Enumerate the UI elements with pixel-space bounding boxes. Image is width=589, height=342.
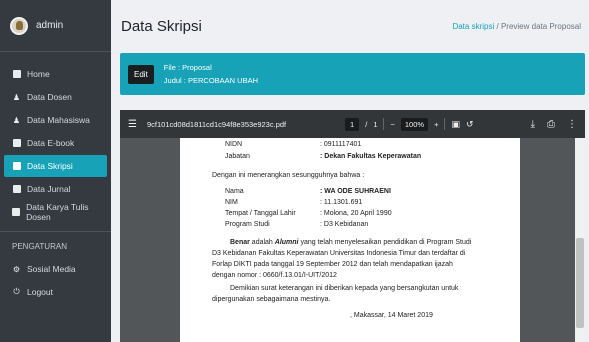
paragraph-line: Forlap DIKTI pada tanggal 19 September 2… [212,261,453,268]
prodi-label: Program Studi [225,221,270,228]
intro-text: Dengan ini menerangkan sesungguhnya bahw… [212,172,365,179]
nim-label: NIM [225,199,238,206]
users-icon: ♟ [12,115,21,125]
paragraph-line: Benar adalah Alumni yang telah menyelesa… [230,239,472,246]
jabatan-value: : Dekan Fakultas Keperawatan [320,153,422,160]
zoom-level[interactable]: 100% [400,117,429,131]
sidebar-item-label: Data Skripsi [27,161,73,171]
breadcrumb-separator: / [496,21,499,31]
sidebar-item-sosial-media[interactable]: ⚙ Sosial Media [4,258,107,280]
avatar [10,16,28,35]
scrollbar-thumb[interactable] [576,238,584,328]
sidebar-item-data-karya-tulis-dosen[interactable]: Data Karya Tulis Dosen [4,201,107,223]
info-banner: Edit File : Proposal Judul : PERCOBAAN U… [120,53,585,95]
sidebar-item-home[interactable]: Home [4,63,107,85]
sidebar-item-label: Home [27,69,50,79]
breadcrumb-link[interactable]: Data skripsi [452,22,494,31]
gear-icon: ⚙ [12,264,21,274]
sidebar-brand[interactable]: admin [0,0,111,52]
sidebar-item-label: Data Dosen [27,92,72,102]
sidebar-item-logout[interactable]: ⏻ Logout [4,281,107,303]
rotate-icon[interactable]: ↺ [466,119,474,130]
jabatan-label: Jabatan [225,153,250,160]
nidn-label: NIDN [225,141,243,148]
sidebar-item-label: Data Karya Tulis Dosen [26,202,89,222]
ttl-value: : Molona, 20 April 1990 [320,210,392,217]
user-name: admin [36,20,64,31]
zoom-in-button[interactable]: + [434,120,438,129]
pdf-filename: 9cf101cd08d1811cd1c94f8e353e923c.pdf [146,119,287,129]
prodi-value: : D3 Kebidanan [320,221,369,228]
paragraph-line: Demikian surat keterangan ini diberikan … [230,285,459,292]
breadcrumb: Data skripsi / Preview data Proposal [452,22,581,31]
menu-icon[interactable]: ☰ [128,119,137,130]
nim-value: : 11.1301.691 [320,199,363,206]
main-content: Data Skripsi Data skripsi / Preview data… [111,0,589,342]
toolbar-divider [383,118,385,130]
ttl-label: Tempat / Tanggal Lahir [225,210,296,217]
sidebar-nav: Home ♟ Data Dosen ♟ Data Mahasiswa Data … [0,52,111,223]
sidebar-section-header: PENGATURAN [0,231,111,257]
page-title: Data Skripsi [121,17,202,35]
power-icon: ⏻ [13,287,20,296]
fit-page-icon[interactable]: ▣ [451,119,460,130]
zoom-out-button[interactable]: − [390,120,394,129]
paragraph-line: dipergunakan sebagaimana mestinya. [212,296,331,303]
content-header: Data Skripsi Data skripsi / Preview data… [111,0,589,52]
sidebar: admin Home ♟ Data Dosen ♟ Data Mahasiswa… [0,0,111,342]
pdf-page: NIDN : 0911117401 Jabatan : Dekan Fakult… [180,138,520,342]
breadcrumb-current: Preview data Proposal [500,21,581,31]
sidebar-item-label: Data Mahasiswa [27,115,90,125]
home-icon [12,70,21,79]
paragraph-line: D3 Kebidanan Fakultas Keperawatan Univer… [212,250,466,257]
book-icon [12,139,21,148]
nama-value: : WA ODE SUHRAENI [320,188,391,195]
pdf-viewer[interactable]: ☰ 9cf101cd08d1811cd1c94f8e353e923c.pdf 1… [120,110,585,342]
sidebar-item-data-ebook[interactable]: Data E-book [4,132,107,154]
sidebar-item-data-jurnal[interactable]: Data Jurnal [4,178,107,200]
page-total: 1 [373,119,378,129]
sidebar-item-label: Logout [27,287,53,297]
book-icon [12,185,21,194]
file-meta: File : Proposal Judul : PERCOBAAN UBAH [164,61,258,87]
pdf-toolbar: ☰ 9cf101cd08d1811cd1c94f8e353e923c.pdf 1… [120,110,585,138]
file-line: File : Proposal [163,63,212,72]
nama-label: Nama [225,188,244,195]
book-icon [12,208,21,217]
place-date: , Makassar, 14 Maret 2019 [350,312,433,319]
scrollbar[interactable] [575,138,585,342]
sidebar-item-label: Sosial Media [27,264,76,274]
sidebar-item-data-dosen[interactable]: ♟ Data Dosen [4,86,107,108]
page-separator: / [365,119,368,129]
book-icon [12,162,21,171]
toolbar-divider [444,118,446,130]
judul-line: Judul : PERCOBAAN UBAH [163,76,258,85]
more-options-icon[interactable]: ⋮ [567,119,577,130]
nidn-value: : 0911117401 [320,141,362,148]
sidebar-item-label: Data Jurnal [27,184,71,194]
edit-button[interactable]: Edit [128,64,154,84]
sidebar-item-data-skripsi[interactable]: Data Skripsi [4,155,107,177]
sidebar-item-label: Data E-book [27,138,75,148]
page-number-input[interactable]: 1 [345,117,360,131]
user-icon: ♟ [12,92,21,102]
download-icon[interactable]: ⤓ [531,119,535,130]
paragraph-line: dengan nomor : 0660/f.13.01/I-UIT/2012 [212,272,337,279]
print-icon[interactable]: ⎙ [547,119,555,130]
sidebar-item-data-mahasiswa[interactable]: ♟ Data Mahasiswa [4,109,107,131]
settings-nav: ⚙ Sosial Media ⏻ Logout [0,258,111,303]
